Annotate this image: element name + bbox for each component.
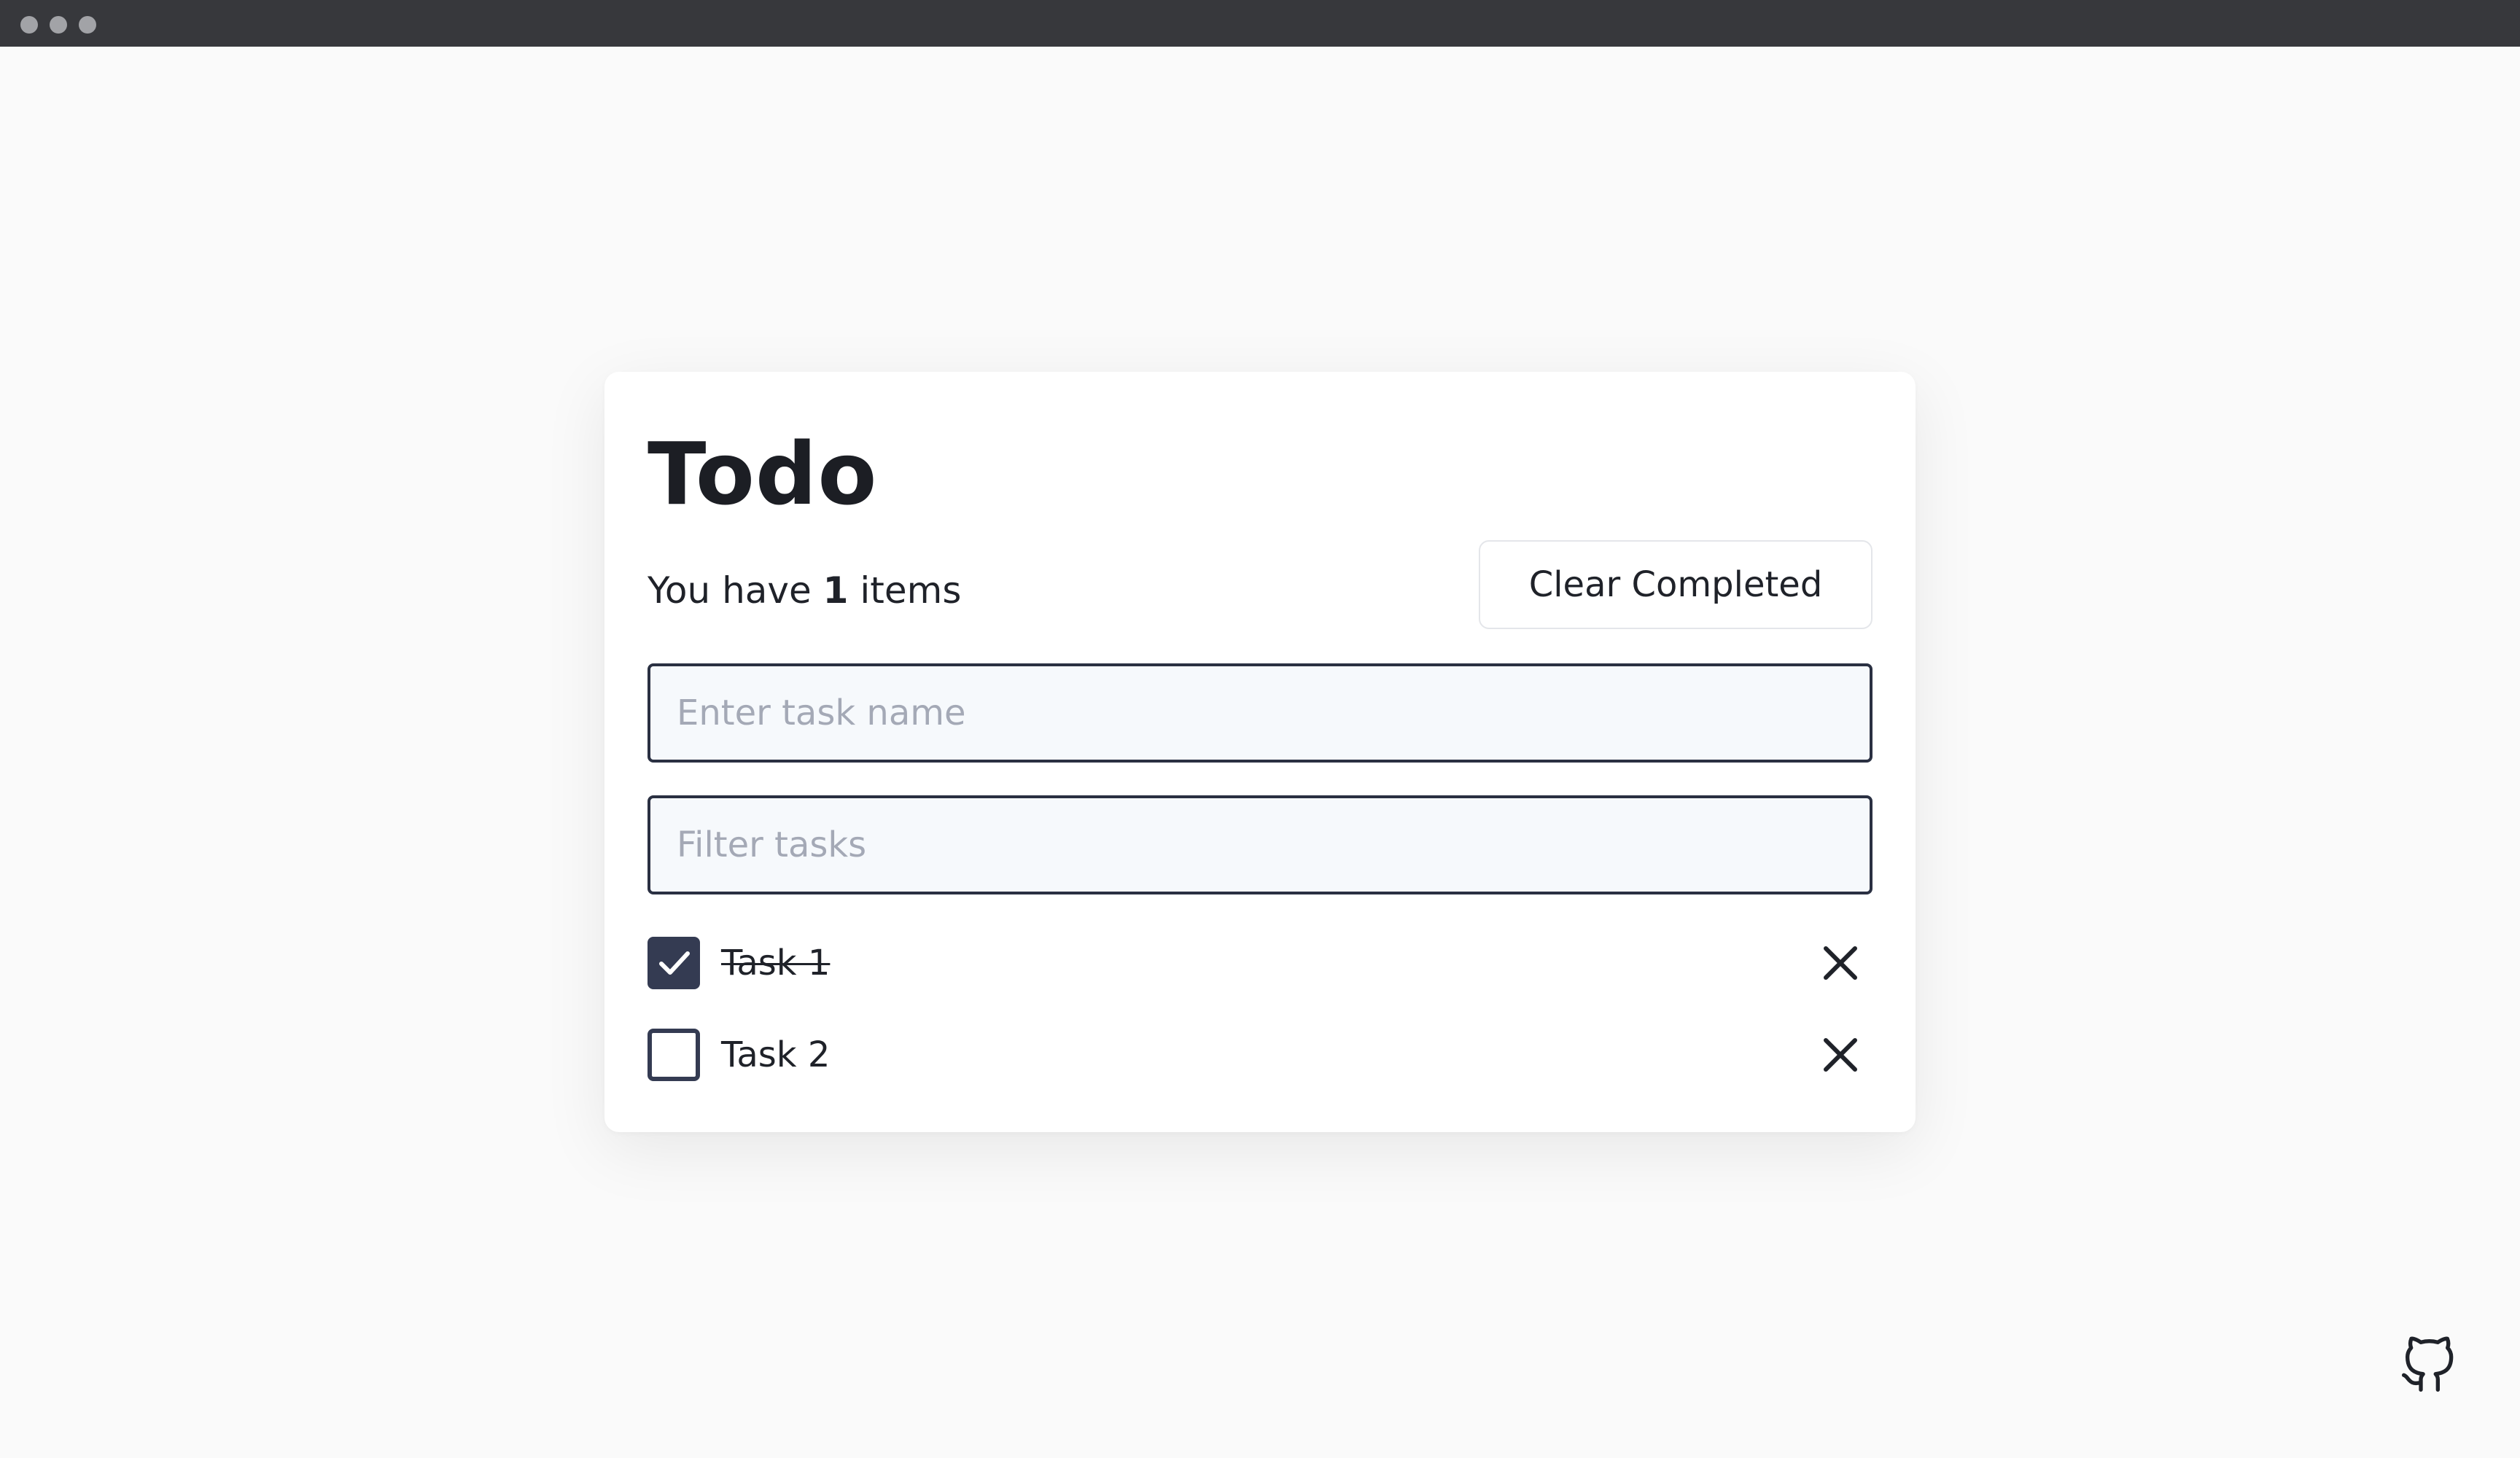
close-icon [1824, 1038, 1857, 1072]
window-close-dot[interactable] [20, 16, 38, 34]
task-name-input[interactable] [648, 663, 1872, 763]
task-checkbox-unchecked[interactable] [648, 1029, 700, 1081]
task-checkbox-checked[interactable] [648, 937, 700, 989]
checkmark-icon [659, 951, 690, 975]
item-count-prefix: You have [648, 569, 812, 612]
task-item: Task 1 [648, 937, 1872, 989]
window-minimize-dot[interactable] [50, 16, 67, 34]
task-label: Task 2 [721, 1034, 831, 1075]
delete-task-button[interactable] [1814, 937, 1867, 989]
page-title: Todo [648, 424, 878, 524]
filter-tasks-input[interactable] [648, 795, 1872, 894]
delete-task-button[interactable] [1814, 1029, 1867, 1081]
task-label: Task 1 [721, 943, 831, 983]
clear-completed-button[interactable]: Clear Completed [1479, 540, 1872, 629]
task-item: Task 2 [648, 1029, 1872, 1081]
todo-card: Todo You have 1 items Clear Completed Ta… [604, 372, 1916, 1132]
item-count-value: 1 [822, 569, 849, 612]
item-count-text: You have 1 items [648, 558, 961, 623]
github-icon [2402, 1336, 2454, 1392]
github-link[interactable] [2399, 1336, 2457, 1395]
item-count-suffix: items [860, 569, 962, 612]
close-icon [1824, 946, 1857, 980]
window-titlebar [0, 0, 2520, 47]
window-maximize-dot[interactable] [79, 16, 96, 34]
